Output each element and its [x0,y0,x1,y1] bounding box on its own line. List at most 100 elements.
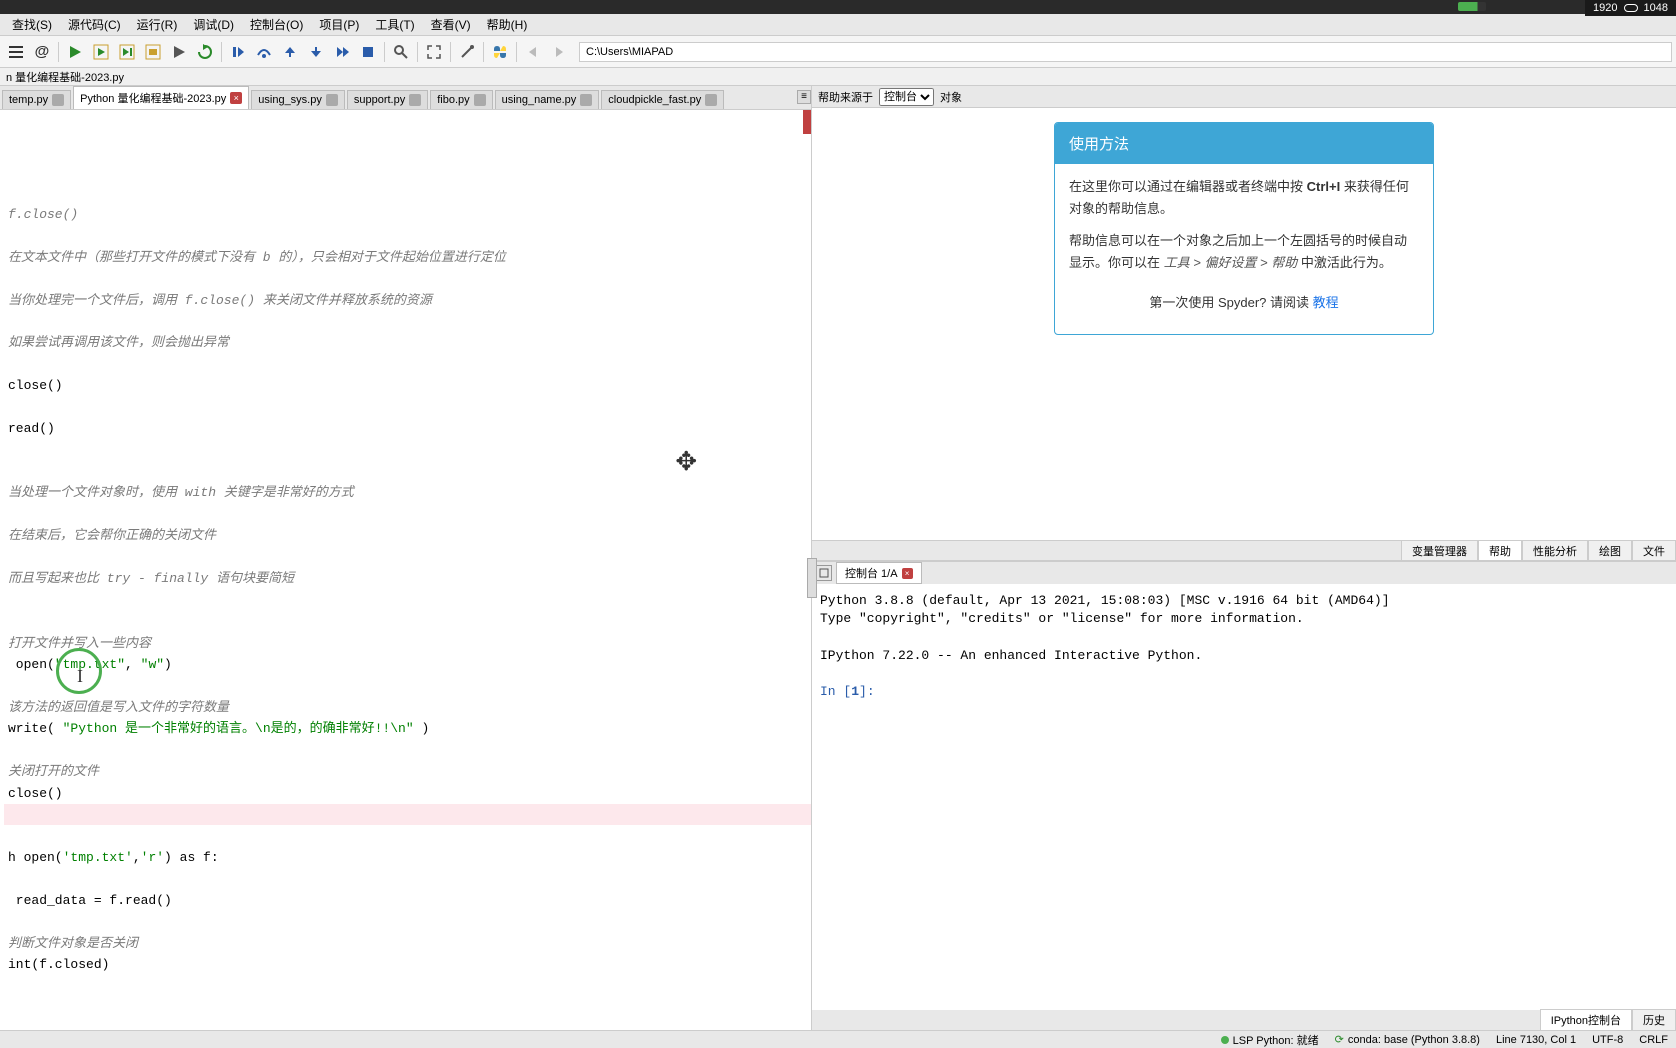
new-console-button[interactable] [816,565,832,581]
python-path-button[interactable] [488,40,512,64]
close-icon[interactable] [52,94,64,106]
menu-run[interactable]: 运行(R) [129,14,186,35]
tab-history[interactable]: 历史 [1632,1009,1676,1031]
restart-button[interactable] [193,40,217,64]
console-tab-1a[interactable]: 控制台 1/A × [836,562,922,584]
code-line: 在文本文件中（那些打开文件的模式下没有 b 的），只会相对于文件起始位置进行定位 [4,250,506,265]
console-panel: 控制台 1/A × Python 3.8.8 (default, Apr 13 … [812,560,1676,1030]
status-dot-icon [1221,1036,1229,1044]
tab-label: Python 量化编程基础-2023.py [80,90,226,106]
tutorial-link[interactable]: 教程 [1313,295,1339,310]
find-button[interactable] [389,40,413,64]
at-button[interactable]: @ [30,40,54,64]
battery-icon [1458,2,1486,11]
close-icon[interactable] [326,94,338,106]
help-object-label: 对象 [940,89,962,105]
menu-find[interactable]: 查找(S) [4,14,60,35]
menu-project[interactable]: 项目(P) [311,14,367,35]
outline-button[interactable] [4,40,28,64]
close-icon[interactable] [474,94,486,106]
console-line: IPython 7.22.0 -- An enhanced Interactiv… [820,648,1202,663]
tabs-menu-button[interactable]: ≡ [797,90,811,104]
window-overlay-bar: 1920 1048 [0,0,1676,14]
console-tab-label: 控制台 1/A [845,565,898,581]
console-output[interactable]: Python 3.8.8 (default, Apr 13 2021, 15:0… [812,584,1676,1010]
forward-button[interactable] [547,40,571,64]
scroll-marker [803,110,811,134]
tab-using-name[interactable]: using_name.py [495,90,600,109]
console-tabs: 控制台 1/A × [812,562,1676,584]
preferences-button[interactable] [455,40,479,64]
tab-main[interactable]: Python 量化编程基础-2023.py × [73,86,249,109]
code-line: int(f.closed) [4,957,109,972]
code-line: 当你处理完一个文件后，调用 f.close() 来关闭文件并释放系统的资源 [4,293,432,308]
close-icon[interactable] [409,94,421,106]
code-line: read() [4,421,55,436]
tab-label: support.py [354,94,405,106]
menu-debug[interactable]: 调试(D) [185,14,242,35]
run-button[interactable] [63,40,87,64]
tab-variable-explorer[interactable]: 变量管理器 [1401,540,1478,562]
tab-label: fibo.py [437,94,469,106]
tab-help[interactable]: 帮助 [1478,540,1522,562]
working-dir-input[interactable] [579,42,1672,62]
console-line: Python 3.8.8 (default, Apr 13 2021, 15:0… [820,593,1390,608]
status-encoding: UTF-8 [1592,1034,1623,1046]
console-prompt-end: ]: [859,684,875,699]
tab-using-sys[interactable]: using_sys.py [251,90,345,109]
console-prompt-num: 1 [851,684,859,699]
current-line-highlight [4,804,811,825]
menu-console[interactable]: 控制台(O) [242,14,311,35]
breadcrumb-path: n 量化编程基础-2023.py [6,69,124,84]
code-line: 如果尝试再调用该文件，则会抛出异常 [4,335,229,350]
close-icon[interactable]: × [902,568,913,579]
debug-stop-button[interactable] [356,40,380,64]
tab-support[interactable]: support.py [347,90,428,109]
debug-continue-button[interactable] [330,40,354,64]
console-line: Type "copyright", "credits" or "license"… [820,611,1304,626]
code-line: h open('tmp.txt','r') as f: [4,850,219,865]
close-icon[interactable] [580,94,592,106]
help-source-select[interactable]: 控制台 [879,88,934,106]
run-selection-button[interactable] [141,40,165,64]
menu-bar: 查找(S) 源代码(C) 运行(R) 调试(D) 控制台(O) 项目(P) 工具… [0,14,1676,36]
debug-step-button[interactable] [226,40,250,64]
menu-source[interactable]: 源代码(C) [60,14,129,35]
menu-tools[interactable]: 工具(T) [367,14,422,35]
code-line: 关闭打开的文件 [4,764,99,779]
close-icon[interactable] [705,94,717,106]
code-line: 而且写起来也比 try - finally 语句块要简短 [4,571,294,586]
tab-plots[interactable]: 绘图 [1588,540,1632,562]
move-cursor-icon: ✥ [676,434,696,490]
code-line: read_data = f.read() [4,893,172,908]
code-line: close() [4,786,63,801]
code-editor[interactable]: f.close() 在文本文件中（那些打开文件的模式下没有 b 的），只会相对于… [0,110,811,1030]
tab-cloudpickle[interactable]: cloudpickle_fast.py [601,90,724,109]
menu-view[interactable]: 查看(V) [423,14,479,35]
editor-tabs: temp.py Python 量化编程基础-2023.py × using_sys… [0,86,811,110]
debug-stepover-button[interactable] [252,40,276,64]
tab-profiler[interactable]: 性能分析 [1522,540,1588,562]
toolbar: @ [0,36,1676,68]
run-cell-advance-button[interactable] [115,40,139,64]
status-conda[interactable]: ⟳conda: base (Python 3.8.8) [1335,1033,1480,1046]
back-button[interactable] [521,40,545,64]
menu-help[interactable]: 帮助(H) [479,14,536,35]
close-icon[interactable]: × [230,92,242,104]
debug-stepout-button[interactable] [304,40,328,64]
run-again-button[interactable] [167,40,191,64]
vertical-splitter[interactable] [807,558,817,598]
breadcrumb-bar: n 量化编程基础-2023.py [0,68,1676,86]
tab-temp[interactable]: temp.py [2,90,71,109]
tab-label: using_name.py [502,94,577,106]
tab-label: temp.py [9,94,48,106]
text-cursor-icon: I [77,662,83,692]
debug-stepin-button[interactable] [278,40,302,64]
maximize-button[interactable] [422,40,446,64]
tab-files[interactable]: 文件 [1632,540,1676,562]
run-cell-button[interactable] [89,40,113,64]
tab-fibo[interactable]: fibo.py [430,90,492,109]
help-source-label: 帮助来源于 [818,89,873,105]
tab-ipython-console[interactable]: IPython控制台 [1540,1009,1632,1031]
help-card-title: 使用方法 [1055,123,1433,164]
